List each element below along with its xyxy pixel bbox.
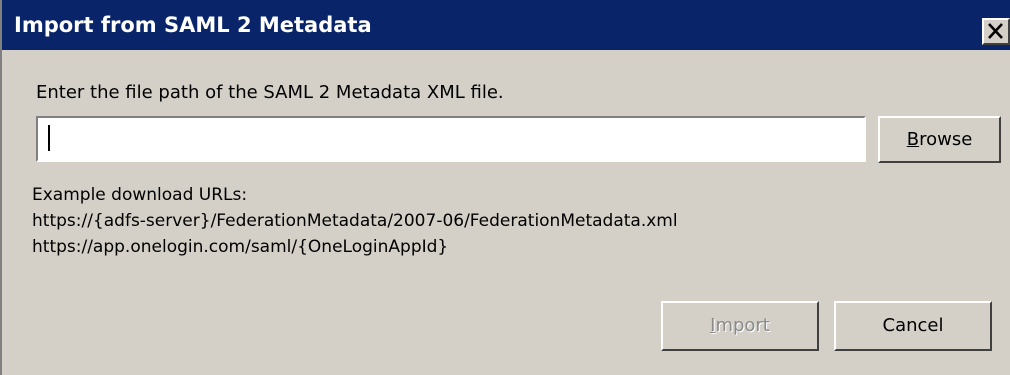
file-path-input[interactable] [36, 116, 866, 162]
example-url-adfs: https://{adfs-server}/FederationMetadata… [32, 211, 678, 231]
close-button[interactable] [982, 18, 1010, 45]
text-caret [48, 125, 50, 151]
example-urls-block: Example download URLs: https://{adfs-ser… [32, 182, 678, 260]
title-bar[interactable]: Import from SAML 2 Metadata [2, 0, 1010, 50]
instruction-label: Enter the file path of the SAML 2 Metada… [36, 82, 504, 103]
browse-label-rest: rowse [919, 129, 973, 150]
cancel-button[interactable]: Cancel [834, 301, 992, 351]
dialog-title: Import from SAML 2 Metadata [14, 13, 372, 37]
example-url-onelogin: https://app.onelogin.com/saml/{OneLoginA… [32, 237, 449, 257]
import-button[interactable]: Import [661, 301, 819, 351]
close-x-icon [988, 23, 1003, 39]
import-saml-dialog: Import from SAML 2 Metadata Enter the fi… [0, 0, 1010, 375]
examples-heading: Example download URLs: [32, 185, 248, 205]
browse-button[interactable]: Browse [878, 116, 1001, 163]
import-label-rest: mport [715, 315, 770, 336]
browse-accel-letter: B [906, 129, 920, 150]
